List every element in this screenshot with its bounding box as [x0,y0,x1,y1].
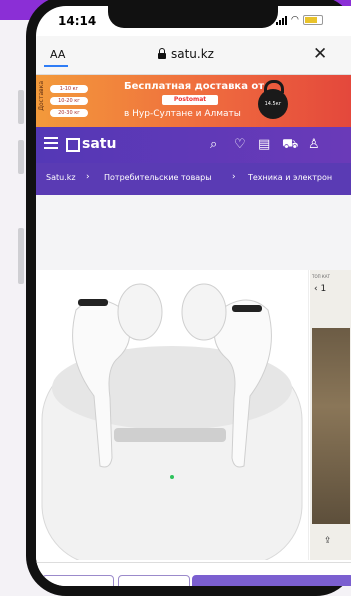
banner-subline: в Нур-Султане и Алматы [124,109,241,119]
close-icon[interactable]: ✕ [313,44,327,64]
weight-pill: 20-30 кг [50,109,88,117]
cart-icon[interactable]: ⛟ [282,137,298,154]
bottom-action-bar [36,562,351,586]
chat-icon[interactable]: ▤ [258,137,270,152]
logo-mark [66,138,80,152]
text-size-button[interactable]: AA [50,48,65,61]
earbuds-case-image [41,283,303,566]
notch [108,6,278,28]
text-size-underline [44,65,68,67]
status-time: 14:14 [58,14,97,28]
power-button [18,228,24,284]
thumbnail-image[interactable] [312,328,350,524]
menu-icon[interactable] [44,137,58,152]
wifi-icon: ◠ [291,15,299,25]
lock-icon [158,47,166,59]
action-button[interactable] [118,575,190,586]
kettlebell-image: 14.5кг [258,80,288,119]
user-icon[interactable]: ♙ [308,137,320,152]
breadcrumb-separator: › [86,172,90,182]
browser-address-bar: AA satu.kz ✕ [36,36,351,75]
breadcrumb-item[interactable]: Satu.kz [46,173,76,182]
site-header: satu ⌕ ♡ ▤ ⛟ ♙ [36,127,351,163]
content-area [36,195,351,270]
thumbnail-strip: ТОП КАТ ‹ 1 ⇪ [310,270,351,560]
status-icons: ◠ [276,15,323,25]
breadcrumb-item[interactable]: Потребительские товары [104,173,212,182]
buy-button[interactable] [192,575,351,586]
thumb-nav-button[interactable]: ‹ 1 [314,284,326,294]
weight-pill: 10-20 кг [50,97,88,105]
breadcrumb-item[interactable]: Техника и электрон [248,173,332,182]
action-button[interactable] [42,575,114,586]
weight-pill: 1-10 кг [50,85,88,93]
url-text: satu.kz [171,47,214,61]
banner-logo: Postomat [162,95,218,105]
phone-screen: 14:14 ◠ AA satu.kz ✕ Доставка 1-10 кг 10… [36,6,351,586]
breadcrumb: Satu.kz › Потребительские товары › Техни… [36,163,351,195]
breadcrumb-separator: › [232,172,236,182]
signal-icon [276,15,287,25]
url-field[interactable]: satu.kz [158,47,214,61]
banner-side-text: Доставка [38,81,45,111]
volume-down-button [18,140,24,174]
thumb-label: ТОП КАТ [312,274,330,279]
site-logo[interactable]: satu [82,136,116,152]
product-image-card[interactable] [36,270,309,566]
battery-icon [302,15,323,25]
promo-banner[interactable]: Доставка 1-10 кг 10-20 кг 20-30 кг Беспл… [36,75,351,127]
banner-headline: Бесплатная доставка от [124,81,265,92]
volume-up-button [18,90,24,124]
share-icon[interactable]: ⇪ [324,536,332,546]
heart-icon[interactable]: ♡ [234,137,246,152]
search-icon[interactable]: ⌕ [210,137,217,152]
